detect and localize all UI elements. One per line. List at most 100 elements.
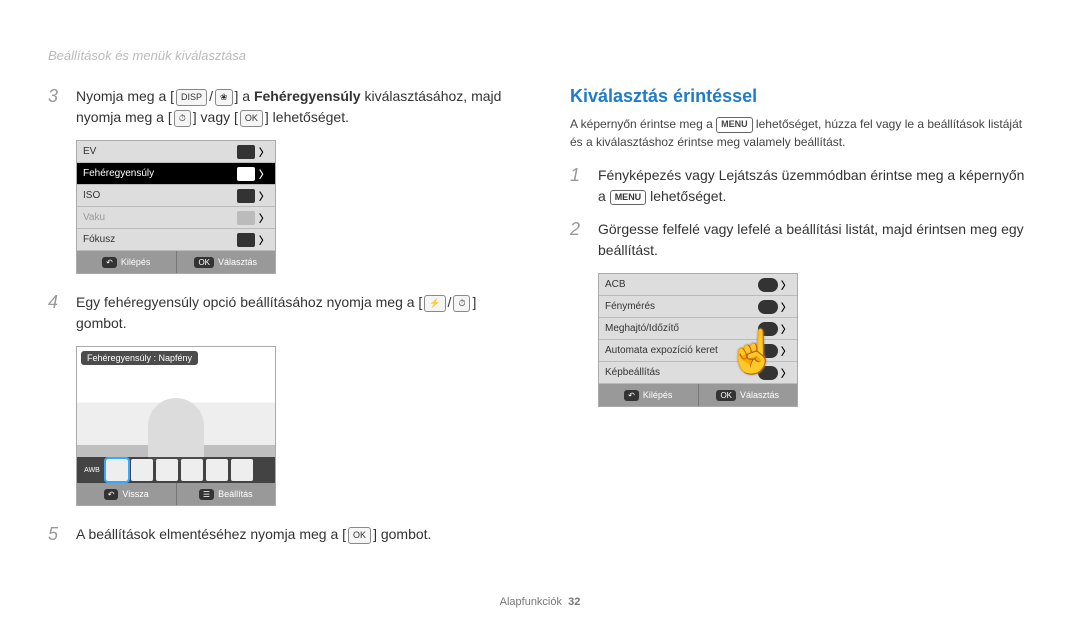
menu-row-picture[interactable]: Képbeállítás 〉: [599, 362, 797, 384]
exit-button[interactable]: ↶Kilépés: [77, 251, 177, 273]
wb-icon: [237, 167, 255, 181]
step-number: 1: [570, 165, 588, 207]
text: Nyomja meg a [: [76, 88, 174, 104]
timer-icon: ⏱: [174, 110, 191, 128]
menu-key-icon: ☰: [199, 489, 214, 500]
chevron-right-icon: 〉: [259, 166, 269, 181]
step-1: 1 Fényképezés vagy Lejátszás üzemmódban …: [570, 165, 1032, 207]
menu-icon: MENU: [716, 117, 753, 133]
back-key-icon: ↶: [624, 390, 639, 401]
chevron-right-icon: 〉: [781, 299, 791, 314]
menu-label: ISO: [83, 190, 233, 201]
text: A beállítások elmentéséhez nyomja meg a …: [76, 526, 346, 542]
label: Választás: [740, 390, 779, 400]
menu-footer: ↶ Kilépés OK Választás: [599, 384, 797, 406]
picture-icon: [758, 366, 778, 380]
page-footer: Alapfunkciók 32: [0, 596, 1080, 608]
flash-icon: ⚡: [424, 295, 445, 313]
disp-icon: DISP: [176, 89, 207, 107]
menu-row-flash[interactable]: Vaku 〉: [77, 207, 275, 229]
wb-fluorescent2-icon[interactable]: [181, 459, 203, 481]
chevron-right-icon: 〉: [259, 188, 269, 203]
step-text: A beállítások elmentéséhez nyomja meg a …: [76, 524, 431, 545]
wb-option-strip[interactable]: AWB: [77, 457, 275, 483]
wb-tungsten-icon[interactable]: [206, 459, 228, 481]
menu-row-metering[interactable]: Fénymérés〉: [599, 296, 797, 318]
select-button[interactable]: OK Választás: [177, 251, 276, 273]
iso-icon: [237, 189, 255, 203]
menu-label: Meghajtó/Időzítő: [605, 323, 755, 334]
ok-key-icon: OK: [194, 257, 214, 268]
acb-icon: [758, 278, 778, 292]
menu-label: Képbeállítás: [605, 367, 755, 378]
text: A képernyőn érintse meg a: [570, 117, 716, 131]
text: ] vagy [: [193, 109, 238, 125]
chevron-right-icon: 〉: [781, 365, 791, 380]
step-5: 5 A beállítások elmentéséhez nyomja meg …: [48, 524, 510, 545]
step-number: 4: [48, 292, 66, 334]
step-number: 2: [570, 219, 588, 261]
touch-menu-screenshot: ACB 〉 Fénymérés〉 Meghajtó/Időzítő 〉 Automa…: [598, 273, 798, 407]
step-number: 3: [48, 86, 66, 128]
exit-button[interactable]: ↶ Kilépés: [599, 384, 699, 406]
timer-icon: ⏱: [453, 295, 470, 313]
set-button[interactable]: ☰ Beállítás: [177, 483, 276, 505]
flash-icon: [237, 211, 255, 225]
menu-row-wb[interactable]: Fehéregyensúly 〉: [77, 163, 275, 185]
wb-awb-icon[interactable]: AWB: [81, 459, 103, 481]
menu-row-iso[interactable]: ISO 〉: [77, 185, 275, 207]
ok-icon: OK: [240, 110, 263, 128]
footer-section: Alapfunkciók: [500, 596, 562, 608]
chevron-right-icon: 〉: [259, 144, 269, 159]
ev-icon: [237, 145, 255, 159]
section-title: Kiválasztás érintéssel: [570, 86, 1032, 107]
drive-icon: [758, 322, 778, 336]
chevron-right-icon: 〉: [781, 277, 791, 292]
label: Beállítás: [218, 489, 253, 499]
text: Egy fehéregyensúly opció beállításához n…: [76, 294, 422, 310]
select-button[interactable]: OK Választás: [699, 384, 798, 406]
menu-label: Fehéregyensúly: [83, 168, 233, 179]
text: ] lehetőséget.: [265, 109, 349, 125]
menu-footer: ↶Kilépés OK Választás: [77, 251, 275, 273]
preview-footer: ↶Vissza ☰ Beállítás: [77, 483, 275, 505]
menu-icon: MENU: [610, 190, 647, 206]
menu-label: EV: [83, 146, 233, 157]
ok-icon: OK: [348, 527, 371, 545]
footer-page: 32: [568, 596, 580, 608]
ok-key-icon: OK: [716, 390, 736, 401]
step-text: Fényképezés vagy Lejátszás üzemmódban ér…: [598, 165, 1032, 207]
step-text: Görgesse felfelé vagy lefelé a beállítás…: [598, 219, 1032, 261]
macro-icon: ❀: [215, 89, 233, 107]
menu-row-drive[interactable]: Meghajtó/Időzítő 〉: [599, 318, 797, 340]
back-button[interactable]: ↶Vissza: [77, 483, 177, 505]
text: ] a: [235, 88, 254, 104]
menu-label: Vaku: [83, 212, 233, 223]
metering-icon: [758, 300, 778, 314]
label: Választás: [218, 257, 257, 267]
section-description: A képernyőn érintse meg a MENU lehetőség…: [570, 115, 1032, 151]
menu-row-aeb[interactable]: Automata expozíció keret 〉: [599, 340, 797, 362]
chevron-right-icon: 〉: [781, 343, 791, 358]
menu-label: Automata expozíció keret: [605, 345, 755, 356]
step-2: 2 Görgesse felfelé vagy lefelé a beállít…: [570, 219, 1032, 261]
menu-row-ev[interactable]: EV 〉: [77, 141, 275, 163]
text: lehetőséget.: [646, 188, 726, 204]
chevron-right-icon: 〉: [259, 210, 269, 225]
label: Kilépés: [643, 390, 673, 400]
wb-fluorescent-icon[interactable]: [156, 459, 178, 481]
menu-row-acb[interactable]: ACB 〉: [599, 274, 797, 296]
step-number: 5: [48, 524, 66, 545]
wb-daylight-icon[interactable]: [106, 459, 128, 481]
wb-cloudy-icon[interactable]: [131, 459, 153, 481]
wb-custom-icon[interactable]: [231, 459, 253, 481]
focus-icon: [237, 233, 255, 247]
chevron-right-icon: 〉: [781, 321, 791, 336]
label: Kilépés: [121, 257, 151, 267]
preview-title: Fehéregyensúly : Napfény: [81, 351, 198, 365]
step-3: 3 Nyomja meg a [DISP/❀] a Fehéregyensúly…: [48, 86, 510, 128]
menu-row-focus[interactable]: Fókusz〉: [77, 229, 275, 251]
menu-screenshot-1: EV 〉 Fehéregyensúly 〉 ISO 〉 Vaku 〉 Fókusz〉 ↶…: [76, 140, 276, 274]
menu-label: ACB: [605, 279, 755, 290]
label: Vissza: [122, 489, 148, 499]
